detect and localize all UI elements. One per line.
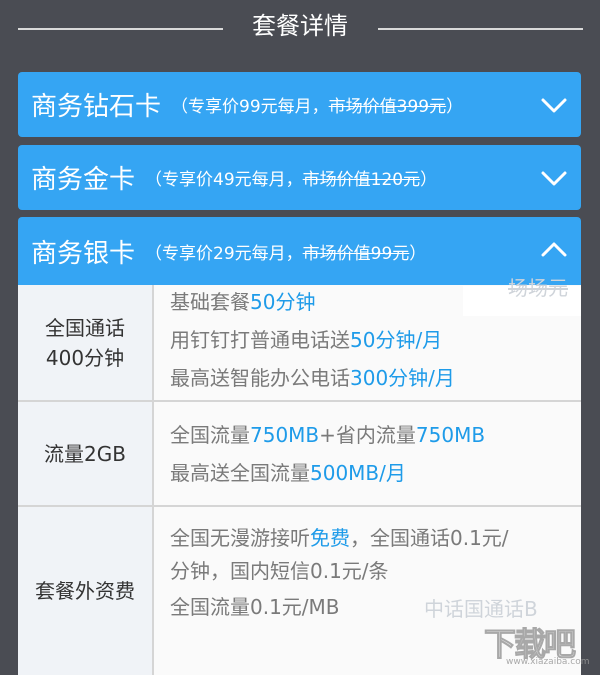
detail-line: 分钟，国内短信0.1元/条 — [170, 559, 389, 583]
row-label: 流量2GB — [18, 402, 154, 505]
detail-line: 最高送智能办公电话300分钟/月 — [170, 366, 455, 390]
ghost-text: 场场元 — [508, 276, 568, 300]
chevron-down-icon[interactable] — [539, 163, 569, 193]
detail-line: 全国无漫游接听免费，全国通话0.1元/ — [170, 526, 509, 550]
detail-line: 最高送全国流量500MB/月 — [170, 461, 406, 485]
chevron-down-icon[interactable] — [539, 90, 569, 120]
detail-row-data: 流量2GB 全国流量750MB+省内流量750MB 最高送全国流量500MB/月 — [18, 402, 581, 507]
market-price: 市场价值399元 — [328, 97, 447, 117]
detail-line: 全国流量750MB+省内流量750MB — [170, 423, 486, 447]
section-header: 套餐详情 — [0, 0, 600, 56]
chevron-up-icon[interactable] — [539, 235, 569, 265]
detail-line: 基础套餐50分钟 — [170, 290, 316, 314]
plan-card-silver[interactable]: 商务银卡 （专享价29元每月，市场价值99元） — [18, 217, 581, 285]
plan-name: 商务钻石卡 — [31, 92, 162, 122]
market-price: 市场价值120元 — [302, 170, 421, 190]
ghost-text: 中话国通话B — [424, 597, 538, 621]
page-title: 套餐详情 — [252, 12, 348, 40]
plan-name: 商务银卡 — [31, 238, 136, 269]
market-price: 市场价值99元 — [302, 243, 410, 264]
watermark-logo: 下载吧 www.xiazaiba.com — [483, 625, 590, 668]
detail-line: 全国流量0.1元/MB — [170, 595, 340, 619]
row-label: 套餐外资费 — [35, 579, 135, 603]
plan-card-gold[interactable]: 商务金卡 （专享价49元每月，市场价值120元） — [18, 145, 581, 210]
plan-name: 商务金卡 — [31, 165, 136, 195]
plan-price: （专享价99元每月，市场价值399元） — [171, 97, 464, 117]
row-label: 全国通话400分钟 — [45, 315, 125, 370]
plan-price: （专享价49元每月，市场价值120元） — [145, 170, 438, 190]
detail-line: 用钉钉打普通电话送50分钟/月 — [170, 328, 443, 352]
header-divider-left — [18, 28, 223, 30]
plan-price: （专享价29元每月，市场价值99元） — [145, 243, 427, 264]
header-divider-right — [378, 28, 583, 30]
plan-card-diamond[interactable]: 商务钻石卡 （专享价99元每月，市场价值399元） — [18, 72, 581, 137]
